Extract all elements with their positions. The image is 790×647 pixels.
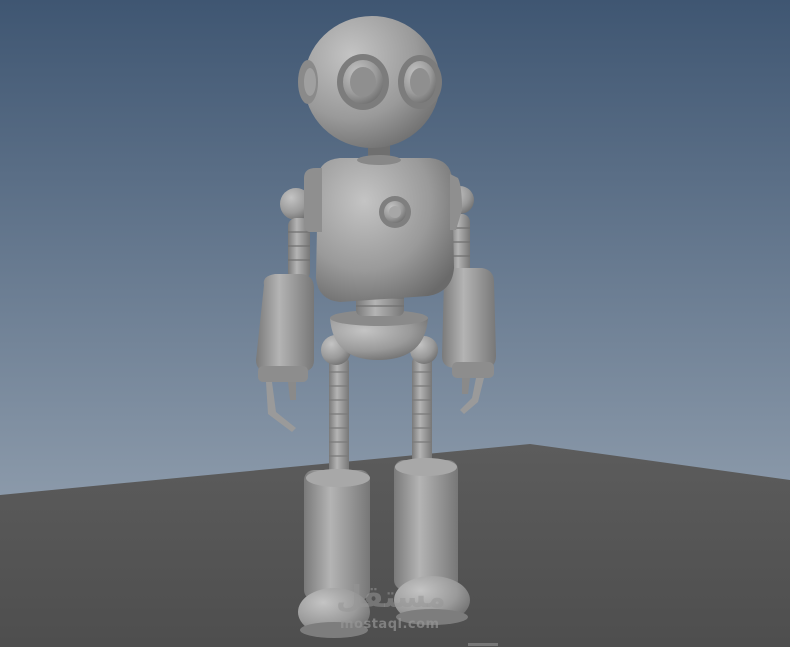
left-eye	[337, 54, 389, 110]
right-eye	[398, 55, 442, 109]
3d-viewport[interactable]: مستقل mostaql.com	[0, 0, 790, 647]
robot-render-scene	[0, 0, 790, 647]
floor-marker	[468, 643, 498, 646]
torso	[316, 158, 454, 302]
watermark-url: mostaql.com	[340, 617, 440, 632]
left-leg	[329, 355, 349, 480]
right-leg	[412, 355, 432, 470]
watermark-logo-arabic: مستقل	[336, 580, 446, 615]
